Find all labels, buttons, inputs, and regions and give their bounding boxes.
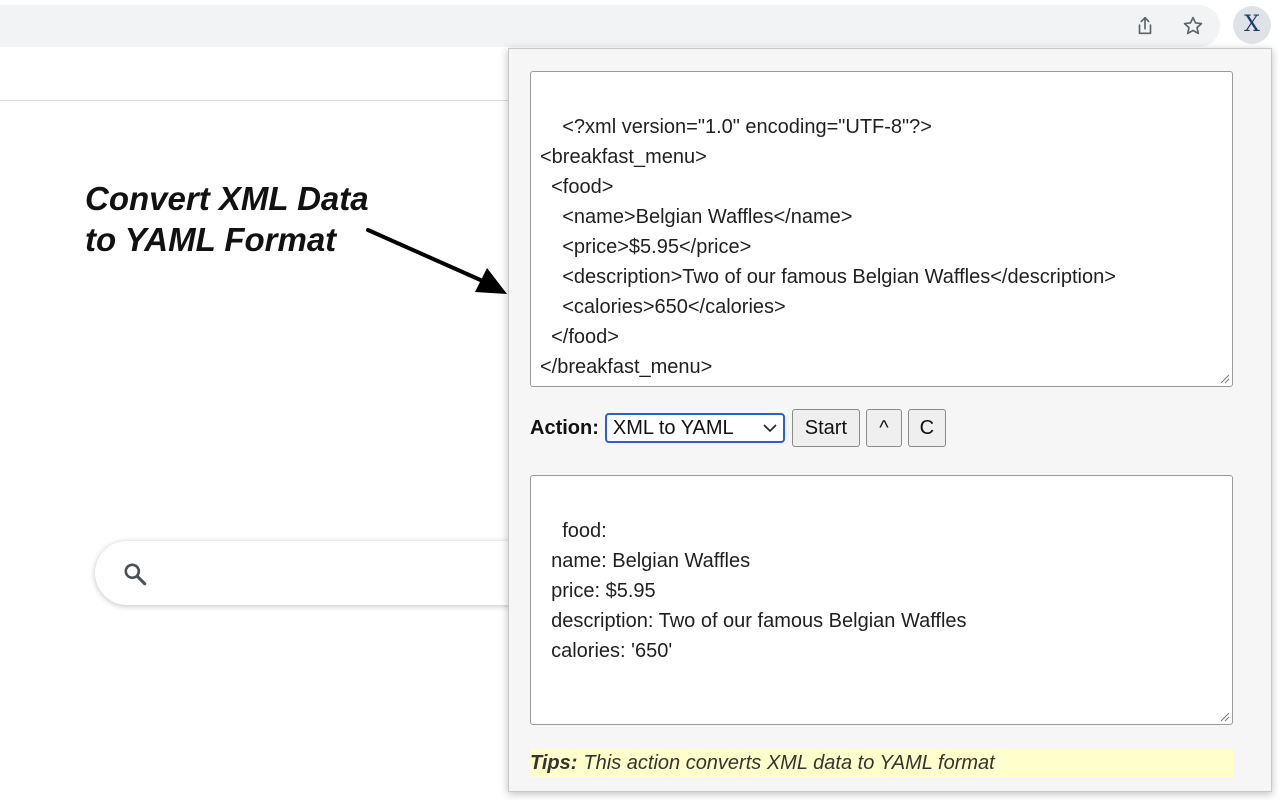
clear-button-label: C (919, 416, 935, 439)
chevron-down-icon (763, 424, 777, 433)
extension-popup: <?xml version="1.0" encoding="UTF-8"?> <… (508, 48, 1272, 792)
action-select[interactable]: XML to YAML (604, 413, 785, 443)
tips-label: Tips: (530, 751, 578, 774)
action-label: Action: (530, 416, 599, 439)
browser-toolbar: X (0, 0, 1280, 52)
search-box[interactable] (95, 541, 575, 605)
extension-icon-letter: X (1244, 12, 1260, 37)
start-button[interactable]: Start (791, 409, 860, 447)
clear-button[interactable]: C (907, 409, 946, 447)
annotation-text: Convert XML Data to YAML Format (85, 178, 369, 260)
yaml-output-textarea[interactable]: food: name: Belgian Waffles price: $5.95… (530, 475, 1233, 725)
tips-bar: Tips: This action converts XML data to Y… (530, 749, 1233, 777)
annotation-line-2: to YAML Format (85, 221, 337, 258)
swap-up-button[interactable]: ^ (865, 409, 902, 447)
extension-button[interactable]: X (1233, 6, 1271, 44)
tips-text: This action converts XML data to YAML fo… (583, 751, 995, 774)
swap-up-button-label: ^ (879, 416, 889, 439)
resize-handle-icon[interactable] (1218, 372, 1230, 384)
yaml-output-text: food: name: Belgian Waffles price: $5.95… (551, 520, 967, 662)
star-icon[interactable] (1177, 10, 1209, 42)
annotation-line-1: Convert XML Data (85, 180, 369, 217)
share-icon[interactable] (1129, 10, 1161, 42)
start-button-label: Start (804, 416, 848, 439)
page-divider (0, 100, 510, 101)
search-icon (124, 563, 147, 586)
address-bar[interactable] (0, 5, 1220, 47)
action-select-value: XML to YAML (612, 416, 734, 439)
annotation-arrow-icon (366, 228, 507, 294)
xml-input-textarea[interactable]: <?xml version="1.0" encoding="UTF-8"?> <… (530, 71, 1233, 387)
resize-handle-icon[interactable] (1218, 710, 1230, 722)
action-row: Action: XML to YAML Start ^ C (530, 409, 952, 447)
xml-input-text: <?xml version="1.0" encoding="UTF-8"?> <… (540, 116, 1116, 378)
